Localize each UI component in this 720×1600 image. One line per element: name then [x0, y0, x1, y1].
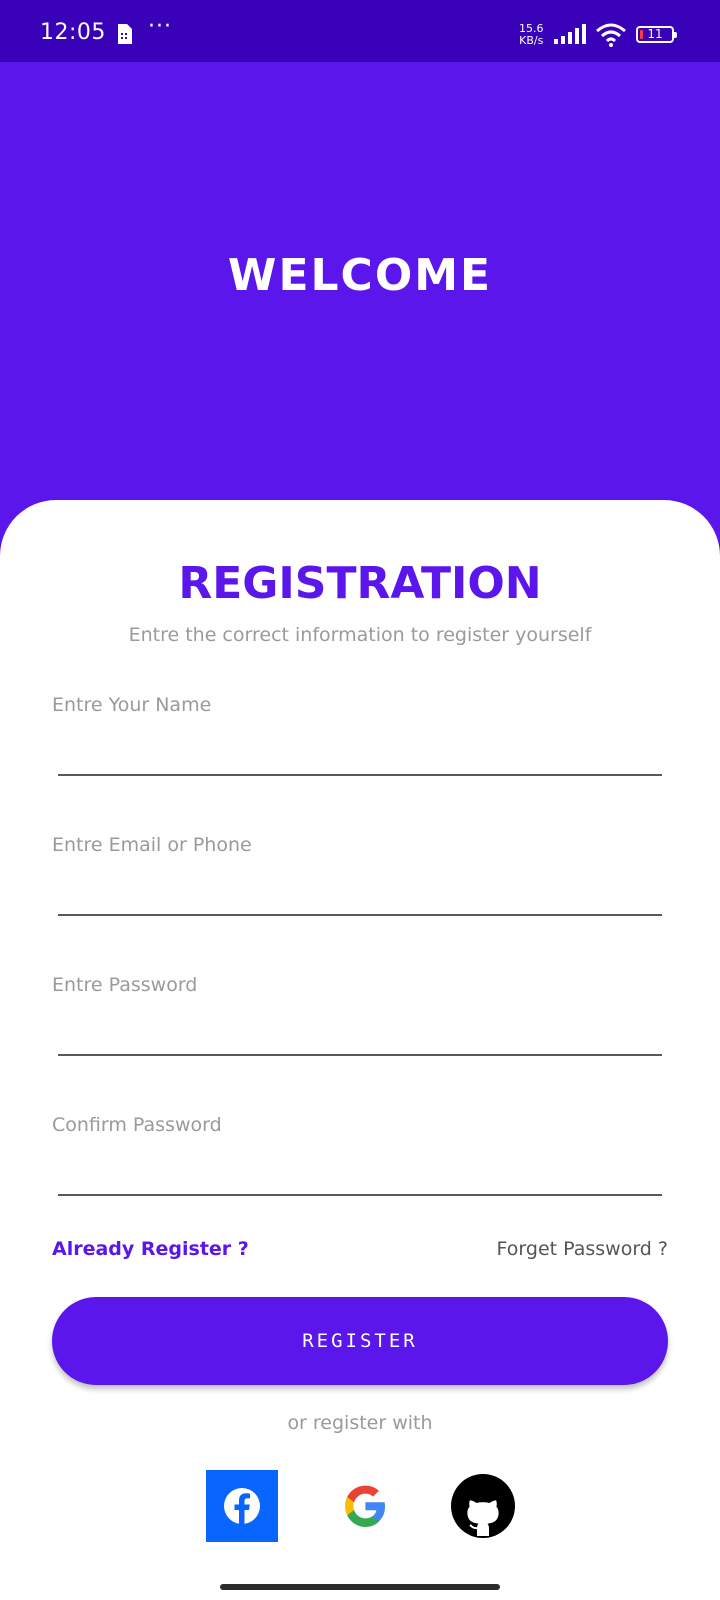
password-field: Entre Password [52, 974, 662, 1094]
password-input[interactable] [58, 1012, 662, 1056]
network-speed: 15.6 KB/s [519, 23, 544, 47]
wifi-icon [596, 23, 626, 47]
battery-level: 11 [647, 27, 663, 41]
registration-subtitle: Entre the correct information to registe… [128, 624, 592, 646]
name-field: Entre Your Name [52, 694, 662, 814]
confirm-password-label: Confirm Password [52, 1114, 222, 1136]
battery-icon: 11 [636, 26, 677, 43]
google-icon[interactable] [329, 1470, 401, 1542]
confirm-password-input[interactable] [58, 1152, 662, 1196]
sim-card-icon [118, 24, 132, 44]
forget-password-link[interactable]: Forget Password ? [497, 1238, 668, 1260]
confirm-password-field: Confirm Password [52, 1114, 662, 1234]
password-label: Entre Password [52, 974, 198, 996]
cellular-signal-icon [554, 24, 586, 44]
home-indicator[interactable] [220, 1584, 500, 1590]
email-field: Entre Email or Phone [52, 834, 662, 954]
name-input[interactable] [58, 732, 662, 776]
more-notifications-icon: ··· [148, 14, 172, 39]
email-label: Entre Email or Phone [52, 834, 252, 856]
name-label: Entre Your Name [52, 694, 212, 716]
status-time: 12:05 [40, 20, 106, 45]
registration-card: REGISTRATION Entre the correct informati… [0, 500, 720, 1600]
facebook-icon[interactable] [206, 1470, 278, 1542]
status-bar: 12:05 ··· 15.6 KB/s 11 [0, 0, 720, 62]
or-register-with-text: or register with [287, 1412, 433, 1434]
register-button[interactable]: REGISTER [52, 1297, 668, 1385]
github-icon[interactable] [447, 1470, 519, 1542]
already-register-link[interactable]: Already Register ? [52, 1238, 249, 1260]
welcome-title: WELCOME [227, 250, 493, 301]
email-input[interactable] [58, 872, 662, 916]
network-speed-unit: KB/s [519, 34, 544, 47]
registration-title: REGISTRATION [178, 558, 542, 609]
